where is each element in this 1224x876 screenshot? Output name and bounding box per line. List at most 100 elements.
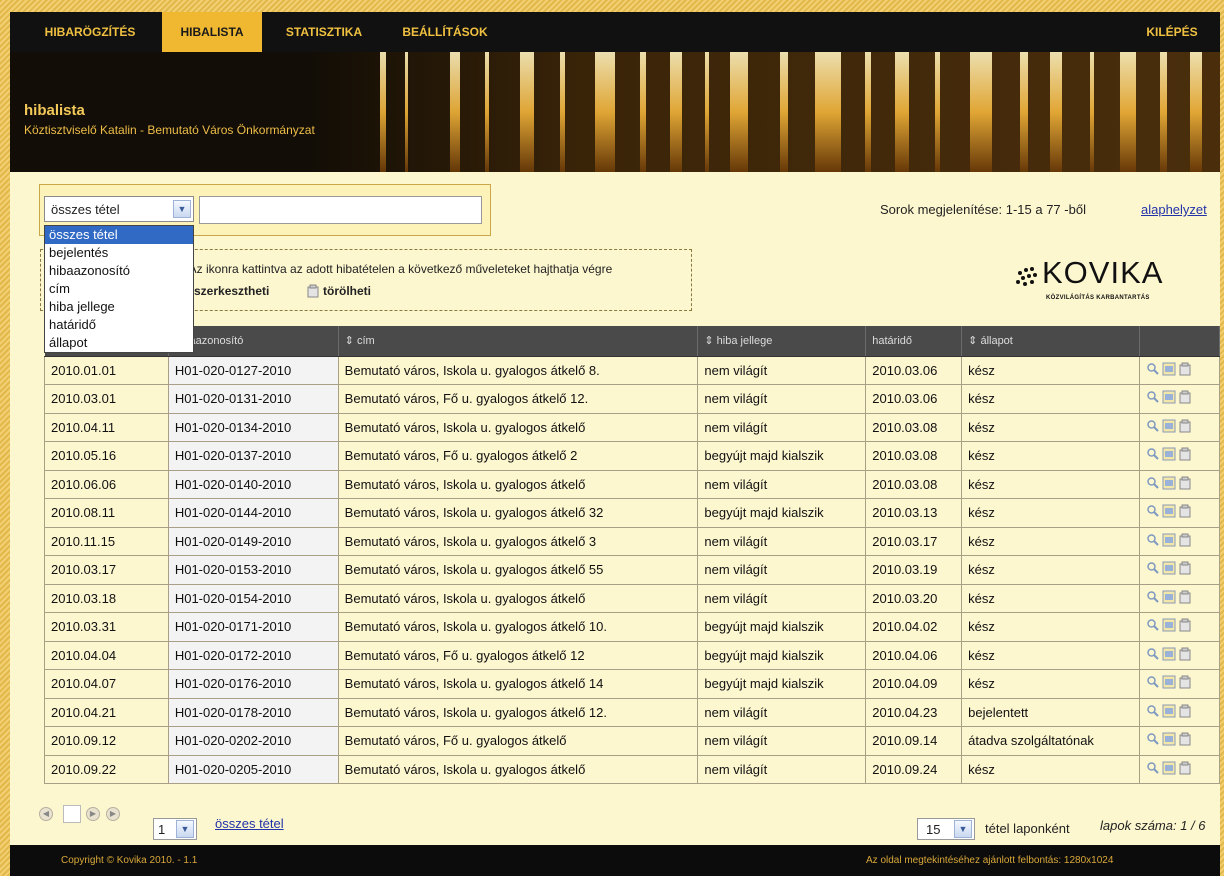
first-page-icon[interactable]: ◀: [39, 807, 53, 821]
view-icon[interactable]: [1146, 647, 1160, 664]
delete-icon[interactable]: [1178, 761, 1192, 778]
dropdown-option[interactable]: határidő: [45, 316, 193, 334]
edit-icon[interactable]: [1162, 590, 1176, 607]
view-icon[interactable]: [1146, 504, 1160, 521]
filter-select[interactable]: összes tétel ▼: [44, 196, 194, 222]
nav-statisztika[interactable]: STATISZTIKA: [274, 12, 374, 52]
col-header-status[interactable]: ⇕ állapot: [961, 326, 1141, 357]
table-cell: 2010.06.06: [44, 469, 169, 499]
col-header-deadline[interactable]: határidő: [865, 326, 963, 357]
table-cell: Bemutató város, Iskola u. gyalogos átkel…: [337, 583, 699, 613]
resolution-note: Az oldal megtekintéséhez ajánlott felbon…: [866, 855, 1114, 866]
delete-icon[interactable]: [1178, 618, 1192, 635]
table-cell: kész: [961, 441, 1141, 471]
nav-hibarogzites[interactable]: HIBARÖGZÍTÉS: [30, 12, 150, 52]
table-cell: H01-020-0137-2010: [167, 441, 339, 471]
delete-icon[interactable]: [1178, 476, 1192, 493]
view-icon[interactable]: [1146, 533, 1160, 550]
page-select[interactable]: 1 ▼: [153, 818, 197, 840]
table-cell: 2010.03.08: [865, 469, 963, 499]
table-cell: begyújt majd kialszik: [697, 669, 867, 699]
edit-icon[interactable]: [1162, 647, 1176, 664]
table-row: 2010.04.04 H01-020-0172-2010 Bemutató váro…: [44, 640, 1220, 670]
all-items-link[interactable]: összes tétel: [215, 816, 284, 831]
delete-icon[interactable]: [1178, 732, 1192, 749]
edit-icon[interactable]: [1162, 704, 1176, 721]
delete-icon[interactable]: [1178, 362, 1192, 379]
last-page-icon[interactable]: ▶: [106, 807, 120, 821]
reset-link[interactable]: alaphelyzet: [1141, 202, 1207, 217]
table-row: 2010.09.12 H01-020-0202-2010 Bemutató váro…: [44, 726, 1220, 756]
table-cell: 2010.04.21: [44, 697, 169, 727]
dropdown-option[interactable]: összes tétel: [45, 226, 193, 244]
view-icon[interactable]: [1146, 761, 1160, 778]
filter-dropdown-list: összes tétel bejelentés hibaazonosító cí…: [44, 225, 194, 353]
delete-icon[interactable]: [1178, 419, 1192, 436]
edit-icon[interactable]: [1162, 504, 1176, 521]
info-delete-label: törölheti: [323, 284, 371, 298]
edit-icon[interactable]: [1162, 362, 1176, 379]
logo-tagline: KÖZVILÁGÍTÁS KARBANTARTÁS: [1046, 295, 1150, 301]
edit-icon[interactable]: [1162, 561, 1176, 578]
view-icon[interactable]: [1146, 561, 1160, 578]
view-icon[interactable]: [1146, 476, 1160, 493]
chevron-down-icon[interactable]: ▼: [176, 820, 194, 838]
dropdown-option[interactable]: hiba jellege: [45, 298, 193, 316]
logout-button[interactable]: KILÉPÉS: [1132, 12, 1212, 52]
app-frame: HIBARÖGZÍTÉS HIBALISTA STATISZTIKA BEÁLL…: [10, 12, 1220, 876]
delete-icon[interactable]: [1178, 390, 1192, 407]
edit-icon[interactable]: [1162, 618, 1176, 635]
table-cell: 2010.04.09: [865, 669, 963, 699]
col-header-type[interactable]: ⇕ hiba jellege: [697, 326, 867, 357]
delete-icon[interactable]: [1178, 504, 1192, 521]
table-cell: Bemutató város, Iskola u. gyalogos átkel…: [337, 412, 699, 442]
delete-icon[interactable]: [1178, 704, 1192, 721]
col-header-address[interactable]: ⇕ cím: [338, 326, 699, 357]
edit-icon[interactable]: [1162, 447, 1176, 464]
chevron-down-icon[interactable]: ▼: [954, 820, 972, 838]
table-cell: kész: [961, 469, 1141, 499]
view-icon[interactable]: [1146, 419, 1160, 436]
next-page-icon[interactable]: ▶: [86, 807, 100, 821]
defect-table: hibaazonosító ⇕ cím ⇕ hiba jellege határ…: [44, 326, 1220, 784]
view-icon[interactable]: [1146, 704, 1160, 721]
search-input[interactable]: [199, 196, 482, 224]
delete-icon[interactable]: [1178, 533, 1192, 550]
view-icon[interactable]: [1146, 390, 1160, 407]
delete-icon[interactable]: [1178, 675, 1192, 692]
edit-icon[interactable]: [1162, 675, 1176, 692]
table-row: 2010.04.11 H01-020-0134-2010 Bemutató váro…: [44, 412, 1220, 442]
edit-icon[interactable]: [1162, 761, 1176, 778]
chevron-down-icon[interactable]: ▼: [173, 200, 191, 218]
delete-icon[interactable]: [1178, 590, 1192, 607]
table-cell: 2010.09.22: [44, 754, 169, 784]
per-page-select[interactable]: 15 ▼: [917, 818, 975, 840]
nav-hibalista[interactable]: HIBALISTA: [162, 12, 262, 52]
view-icon[interactable]: [1146, 590, 1160, 607]
dropdown-option[interactable]: hibaazonosító: [45, 262, 193, 280]
edit-icon[interactable]: [1162, 533, 1176, 550]
footer: Copyright © Kovika 2010. - 1.1 Az oldal …: [10, 845, 1220, 876]
delete-icon[interactable]: [1178, 561, 1192, 578]
delete-icon[interactable]: [1178, 447, 1192, 464]
edit-icon[interactable]: [1162, 419, 1176, 436]
view-icon[interactable]: [1146, 732, 1160, 749]
table-cell: 2010.01.01: [44, 355, 169, 385]
nav-beallitasok[interactable]: BEÁLLÍTÁSOK: [390, 12, 500, 52]
view-icon[interactable]: [1146, 362, 1160, 379]
table-cell: 2010.03.08: [865, 441, 963, 471]
dropdown-option[interactable]: cím: [45, 280, 193, 298]
dropdown-option[interactable]: állapot: [45, 334, 193, 352]
table-cell: kész: [961, 612, 1141, 642]
page-number-box[interactable]: [63, 805, 81, 823]
dropdown-option[interactable]: bejelentés: [45, 244, 193, 262]
edit-icon[interactable]: [1162, 732, 1176, 749]
edit-icon[interactable]: [1162, 476, 1176, 493]
table-cell: Bemutató város, Iskola u. gyalogos átkel…: [337, 555, 699, 585]
view-icon[interactable]: [1146, 675, 1160, 692]
view-icon[interactable]: [1146, 618, 1160, 635]
edit-icon[interactable]: [1162, 390, 1176, 407]
view-icon[interactable]: [1146, 447, 1160, 464]
table-row: 2010.04.21 H01-020-0178-2010 Bemutató váro…: [44, 697, 1220, 727]
delete-icon[interactable]: [1178, 647, 1192, 664]
